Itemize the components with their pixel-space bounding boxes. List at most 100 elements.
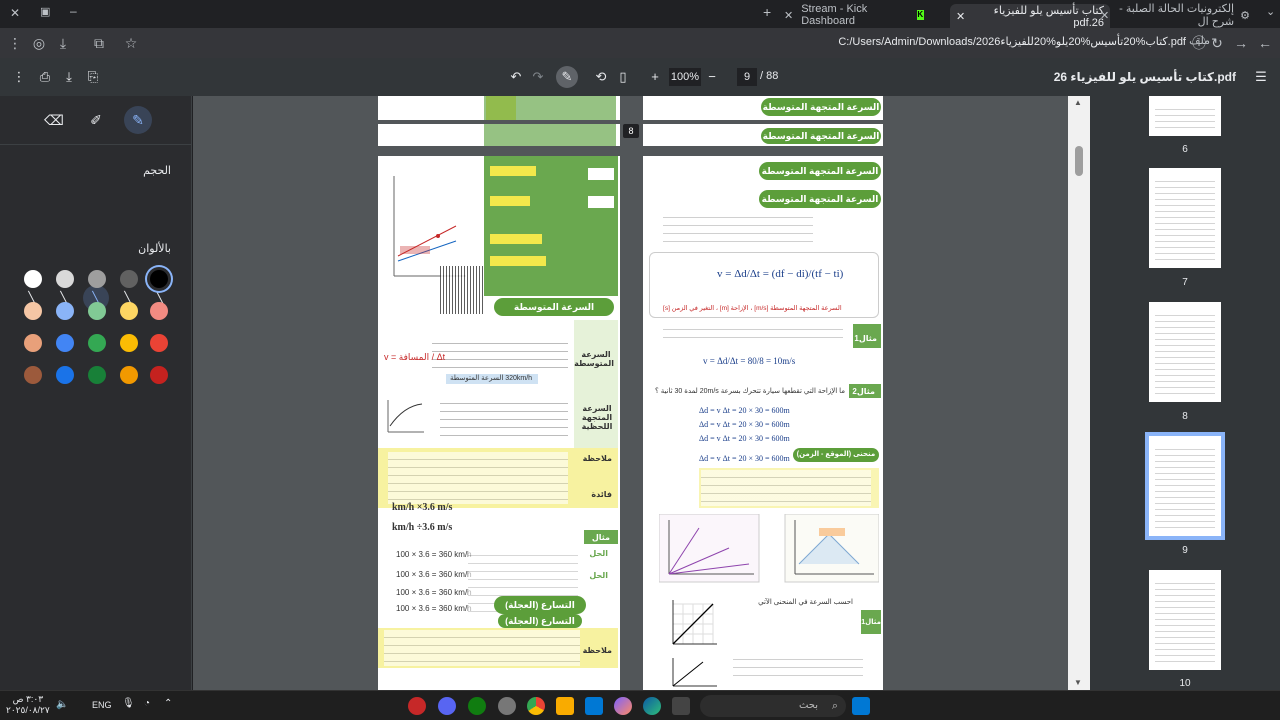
color-swatch[interactable] [24,334,42,352]
copilot-icon[interactable] [614,697,632,715]
redo-icon[interactable]: ↷ [529,68,547,86]
tab-stream[interactable]: ✕ Stream - Kick Dashboard K [784,3,924,27]
window-menu-icon[interactable]: ✕ [10,6,20,20]
tangent-graph [387,400,424,433]
color-swatch[interactable] [24,366,42,384]
scroll-up-icon[interactable]: ▲ [1074,98,1082,107]
color-swatch[interactable] [88,270,106,288]
color-swatch[interactable] [150,334,168,352]
settings-icon[interactable] [498,697,516,715]
mic-icon[interactable]: 🎙 [122,698,135,709]
pdf-page-right: السرعة المتجهة المتوسطة السرعة المتجهة ا… [643,156,883,690]
color-swatch[interactable] [150,366,168,384]
color-swatch[interactable] [88,334,106,352]
close-icon[interactable]: ✕ [784,9,793,22]
tab-electronics[interactable]: ✕ إلكترونيات الحالة الصلبة - شرح ال ⚙ [1100,3,1250,28]
color-swatch[interactable] [88,366,106,384]
info-icon[interactable]: ⓘ [1190,34,1208,52]
tab-search-icon[interactable]: ⌄ [1266,5,1275,18]
terminal-icon[interactable] [672,697,690,715]
color-swatch[interactable] [24,302,42,320]
menu-kebab-icon[interactable]: ⋮ [6,34,24,52]
color-swatch[interactable] [120,366,138,384]
eraser-icon[interactable]: ⌫ [40,106,68,134]
pen-icon[interactable]: ✎ [124,106,152,134]
show-hidden-icon[interactable]: ⌃ [164,698,172,709]
color-swatch[interactable] [120,302,138,320]
question-3: احسب السرعة في المنحنى الآتي [758,599,853,606]
color-swatch[interactable] [88,302,106,320]
annotate-icon[interactable]: ✎ [556,66,578,88]
clock[interactable]: ٣:٠٣ ص ٢٠٢٥/٠٨/٢٧ [6,694,50,716]
rotate-icon[interactable]: ⟲ [592,68,610,86]
xbox-icon[interactable] [468,697,486,715]
page-number-input[interactable]: 9 [737,68,757,86]
tab-title: إلكترونيات الحالة الصلبة - شرح ال [1119,3,1235,28]
thumbnail-page[interactable] [1149,302,1221,402]
close-icon[interactable]: ✕ [1100,9,1109,22]
maximize-icon[interactable]: ▣ [40,5,50,18]
profile-icon[interactable]: ◎ [30,34,48,52]
edge-icon[interactable] [643,697,661,715]
language-indicator[interactable]: ENG [92,700,112,710]
address-bar: ⋮ ◎ ⤓ ⧉ ☆ C:/Users/Admin/Downloads/2026ك… [0,28,1280,58]
undo-icon[interactable]: ↶ [507,68,525,86]
example-label: مثال1 [854,334,877,343]
minimize-icon[interactable]: – [70,4,77,18]
section-header: السرعة المتجهة المتوسطة [759,190,881,208]
app-icon-1[interactable] [408,697,426,715]
new-tab-button[interactable]: + [763,4,771,20]
thumbnail-page[interactable] [1149,96,1221,136]
zoom-out-icon[interactable]: − [703,68,721,86]
extensions-icon[interactable]: ⧉ [90,34,108,52]
clock-time: ٣:٠٣ ص [12,694,44,704]
vertical-scrollbar[interactable]: ▲ ▼ [1068,96,1090,690]
download-icon[interactable]: ⤓ [60,68,78,86]
color-swatch[interactable] [24,270,42,288]
tab-pdf[interactable]: ✕ كتاب تأسيس يلو للفيزياء 26.pdf [950,4,1110,29]
example-graph-2 [672,658,717,687]
thumbnail-page[interactable] [1149,570,1221,670]
bookmark-star-icon[interactable]: ☆ [122,34,140,52]
reload-icon[interactable]: ↻ [1208,34,1226,52]
store-icon[interactable] [585,697,603,715]
download-icon[interactable]: ⤓ [54,34,72,52]
pdf-toolbar: ⋮ ⎙ ⤓ ⎘ ↶ ↷ ✎ ⟲ ▯ + 100% − 9 / 88 كتاب ت… [0,58,1280,96]
forward-icon[interactable]: → [1232,34,1250,52]
sidebar-toggle-icon[interactable]: ☰ [1252,68,1270,86]
color-swatch[interactable] [120,270,138,288]
chrome-icon[interactable] [527,697,545,715]
pdf-viewport[interactable]: السرعة المتجهة المتوسطة السرعة المتجهة ا… [193,96,1068,690]
discord-icon[interactable] [438,697,456,715]
save-icon[interactable]: ⎘ [84,68,102,86]
close-icon[interactable]: ✕ [956,10,965,23]
zoom-level[interactable]: 100% [669,68,701,86]
zoom-in-icon[interactable]: + [646,68,664,86]
taskbar: ٣:٠٣ ص ٢٠٢٥/٠٨/٢٧ 🔈 ENG 🎙 ◔ ⌃ بحث ⌕ [0,690,1280,720]
volume-icon[interactable]: 🔈 [56,699,68,710]
url-text[interactable]: C:/Users/Admin/Downloads/2026كتاب%20تأسي… [838,35,1186,48]
fit-page-icon[interactable]: ▯ [614,68,632,86]
section-header: السرعة المتجهة المتوسطة [761,128,881,144]
color-swatch[interactable] [56,366,74,384]
color-swatch[interactable] [150,270,168,288]
example-label: مثال1 [861,619,881,626]
color-swatch[interactable] [150,302,168,320]
thumbnail-page[interactable] [1149,436,1221,536]
print-icon[interactable]: ⎙ [36,68,54,86]
more-options-icon[interactable]: ⋮ [10,68,28,86]
taskbar-search[interactable]: بحث ⌕ [700,695,846,717]
file-explorer-icon[interactable] [556,697,574,715]
back-icon[interactable]: ← [1256,34,1274,52]
color-swatch[interactable] [56,302,74,320]
scroll-down-icon[interactable]: ▼ [1074,678,1082,687]
wifi-icon[interactable]: ◔ [144,698,150,709]
thumbnail-page[interactable] [1149,168,1221,268]
highlighter-icon[interactable]: ✐ [82,106,110,134]
color-swatch[interactable] [56,334,74,352]
scroll-thumb[interactable] [1075,146,1083,176]
start-icon[interactable] [852,697,870,715]
color-swatch[interactable] [120,334,138,352]
section-header: السرعة المتوسطة واللحظية [494,298,614,330]
color-swatch[interactable] [56,270,74,288]
